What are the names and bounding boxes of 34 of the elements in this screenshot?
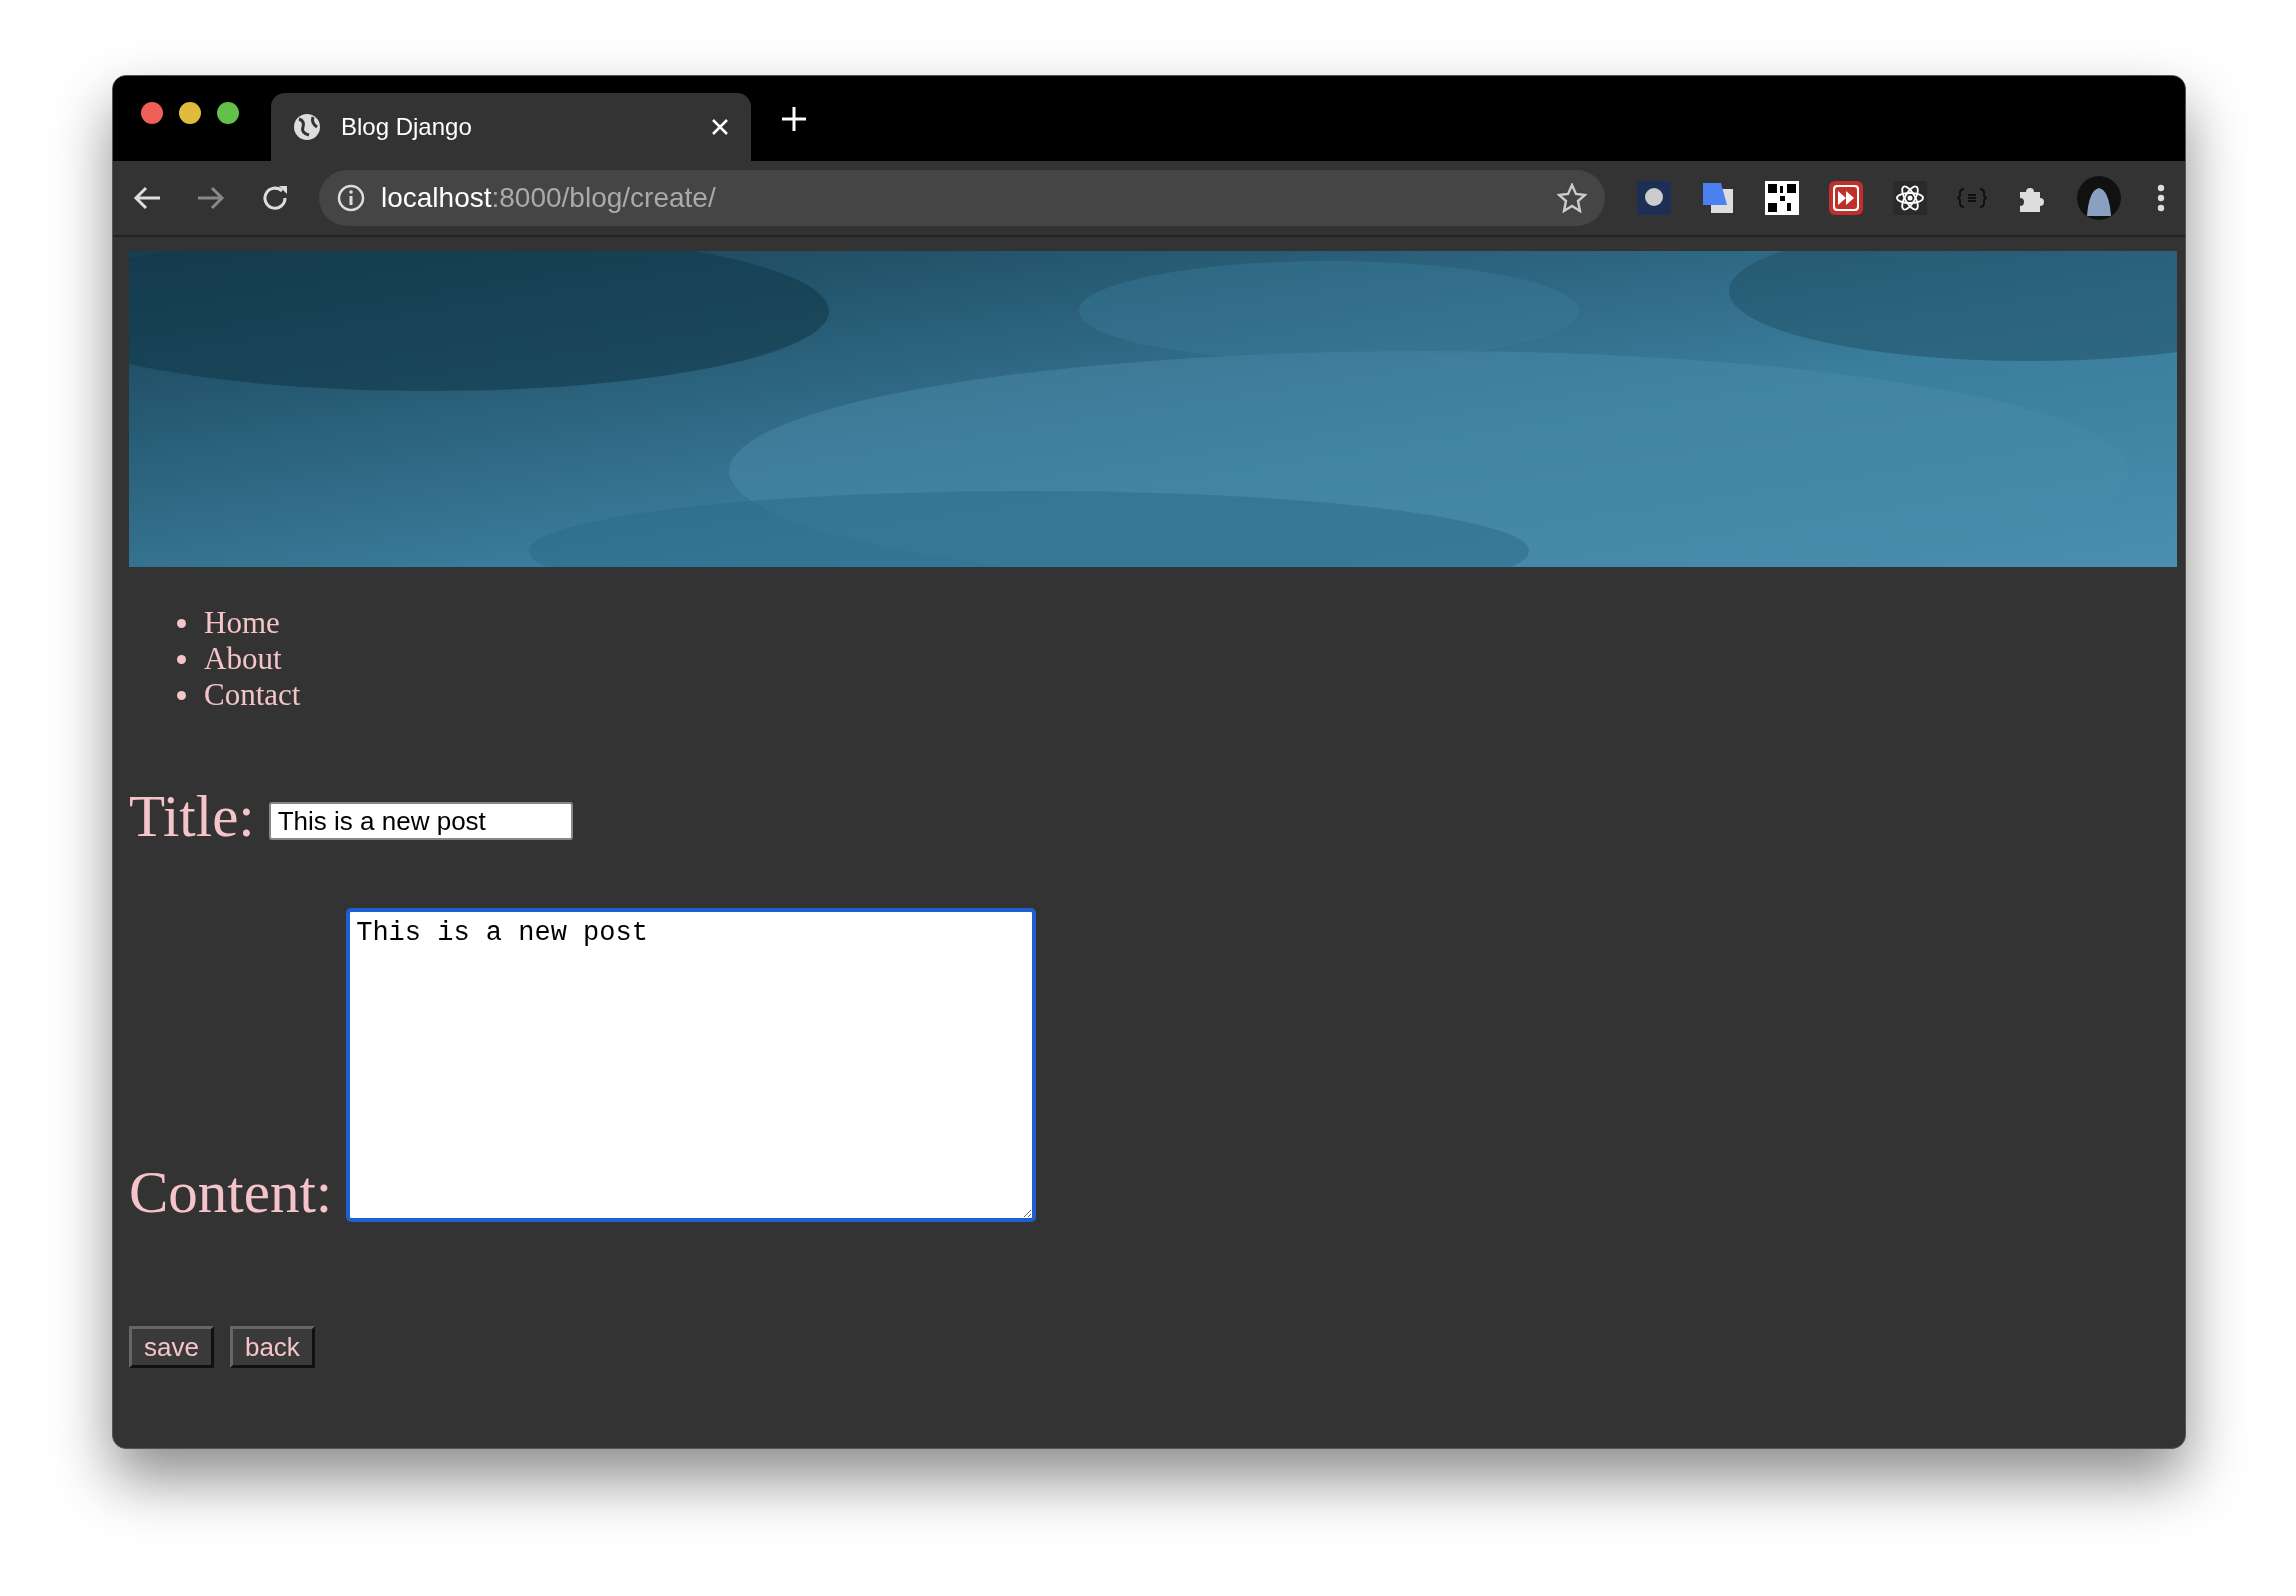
maximize-window-button[interactable] (217, 101, 239, 124)
bullet-icon (177, 654, 186, 664)
minimize-window-button[interactable] (179, 101, 201, 124)
content-textarea[interactable]: This is a new post (346, 908, 1037, 1222)
form-button[interactable]: save (129, 1326, 214, 1368)
translate-icon[interactable] (1701, 181, 1735, 215)
forward-arrow-icon[interactable] (197, 186, 225, 210)
form-button[interactable]: back (229, 1326, 315, 1368)
nav-link[interactable]: Home (204, 605, 280, 641)
menu-icon[interactable] (2157, 184, 2165, 212)
tab-title: Blog Django (341, 113, 473, 141)
field-label: Title: (129, 787, 255, 846)
atom-icon[interactable] (1893, 181, 1927, 215)
moon-icon[interactable] (1637, 181, 1671, 215)
url-text: localhost:8000/blog/create/ (381, 182, 717, 214)
nav-link[interactable]: About (204, 641, 282, 677)
info-icon[interactable] (337, 184, 365, 212)
reload-icon[interactable] (261, 184, 289, 212)
avatar-icon[interactable] (2077, 176, 2121, 220)
qr-code-icon[interactable] (1765, 181, 1799, 215)
nav-link[interactable]: Contact (204, 677, 301, 713)
globe-icon (293, 113, 321, 141)
title-input[interactable]: This is a new post (268, 802, 573, 840)
fast-forward-icon[interactable] (1829, 181, 1863, 215)
close-window-button[interactable] (141, 101, 163, 124)
new-tab-icon[interactable] (781, 105, 807, 132)
close-tab-icon[interactable] (711, 118, 729, 136)
bullet-icon (177, 690, 186, 700)
browser-tab[interactable]: Blog Django (271, 93, 751, 161)
bullet-icon (177, 618, 186, 628)
field-label: Content: (129, 1163, 333, 1222)
address-bar[interactable]: localhost:8000/blog/create/ (319, 170, 1605, 226)
back-arrow-icon[interactable] (133, 186, 161, 210)
star-icon[interactable] (1557, 183, 1587, 213)
